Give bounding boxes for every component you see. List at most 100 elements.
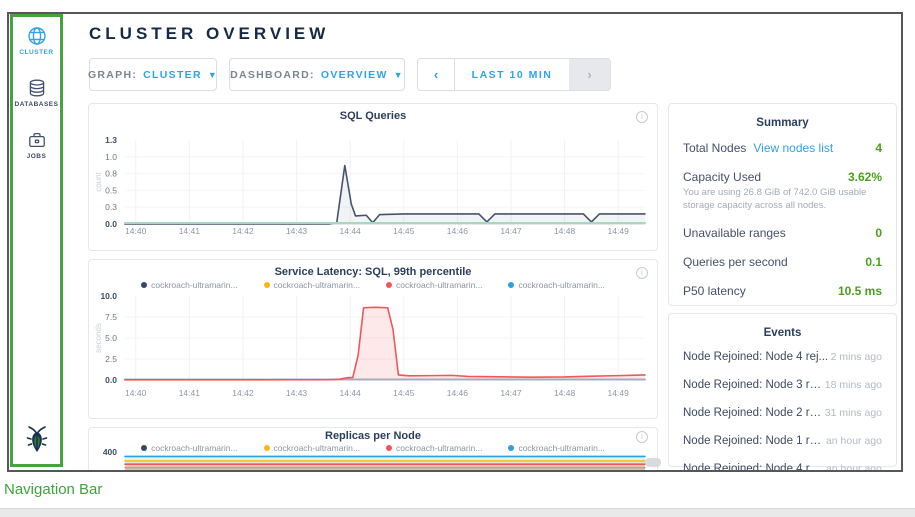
svg-text:14:43: 14:43 [286, 388, 308, 398]
svg-text:5.0: 5.0 [105, 333, 117, 343]
summary-value: 4 [875, 141, 882, 155]
database-icon [27, 78, 47, 98]
service-latency-chart-card: Service Latency: SQL, 99th percentile i … [88, 259, 658, 419]
svg-text:14:49: 14:49 [608, 226, 630, 236]
svg-text:14:49: 14:49 [608, 388, 630, 398]
event-text: Node Rejoined: Node 4 rej... [683, 351, 828, 363]
svg-text:count: count [94, 171, 103, 191]
svg-text:14:44: 14:44 [340, 226, 362, 236]
svg-text:14:46: 14:46 [447, 226, 469, 236]
events-list: Node Rejoined: Node 4 rej...2 mins agoNo… [669, 351, 896, 472]
event-row[interactable]: Node Rejoined: Node 3 rej...18 mins ago [669, 379, 896, 391]
event-text: Node Rejoined: Node 3 rej... [683, 379, 825, 391]
sidebar-item-label: DATABASES [10, 101, 63, 108]
summary-title: Summary [669, 117, 896, 129]
svg-text:1.0: 1.0 [105, 152, 117, 162]
sidebar-item-databases[interactable]: DATABASES [10, 78, 63, 108]
graph-dropdown-label: GRAPH: [88, 69, 137, 81]
svg-text:14:41: 14:41 [179, 226, 201, 236]
svg-text:14:44: 14:44 [340, 388, 362, 398]
dashboard-dropdown-value: OVERVIEW [321, 69, 388, 81]
sidebar-item-cluster[interactable]: CLUSTER [10, 26, 63, 56]
summary-label: Queries per second [683, 255, 788, 269]
summary-value: 0.1 [865, 255, 882, 269]
cockroach-icon [24, 424, 50, 454]
summary-value: 3.62% [848, 170, 882, 184]
bottom-strip [0, 508, 915, 517]
svg-text:0.3: 0.3 [105, 202, 117, 212]
cockroachdb-logo[interactable] [10, 424, 63, 459]
chevron-down-icon: ▼ [394, 70, 404, 80]
svg-text:7.5: 7.5 [105, 312, 117, 322]
event-text: Node Rejoined: Node 4 rej... [683, 463, 826, 472]
graph-dropdown-value: CLUSTER [143, 69, 202, 81]
summary-value: 10.5 ms [838, 284, 882, 298]
sidebar-item-label: JOBS [10, 153, 63, 160]
event-text: Node Rejoined: Node 2 rej... [683, 407, 825, 419]
sidebar-item-label: CLUSTER [10, 49, 63, 56]
summary-value: 0 [875, 226, 882, 240]
event-row[interactable]: Node Rejoined: Node 1 rej...an hour ago [669, 435, 896, 447]
time-range-next-button: › [569, 59, 610, 90]
svg-text:0.5: 0.5 [105, 185, 117, 195]
svg-text:10.0: 10.0 [100, 291, 117, 301]
sql-queries-chart: 14:40 14:41 14:42 14:43 14:44 14:45 14:46 14:47… [89, 104, 657, 250]
time-range-label[interactable]: LAST 10 MIN [455, 59, 569, 90]
dashboard-dropdown[interactable]: DASHBOARD: OVERVIEW ▼ [229, 58, 405, 91]
svg-text:14:46: 14:46 [447, 388, 469, 398]
view-nodes-list-link[interactable]: View nodes list [753, 141, 833, 155]
svg-text:14:45: 14:45 [393, 226, 415, 236]
capacity-note: You are using 26.8 GiB of 742.0 GiB usab… [669, 186, 896, 213]
graph-dropdown[interactable]: GRAPH: CLUSTER ▼ [89, 58, 217, 91]
sidebar-item-jobs[interactable]: JOBS [10, 130, 63, 160]
svg-text:14:47: 14:47 [500, 388, 522, 398]
replicas-per-node-chart: 400 [89, 428, 657, 472]
replicas-per-node-chart-card: Replicas per Node i cockroach-ultramarin… [88, 427, 658, 472]
event-time: 2 mins ago [831, 351, 882, 363]
svg-text:14:42: 14:42 [232, 388, 254, 398]
summary-panel: Summary Total Nodes View nodes list 4 Ca… [668, 103, 897, 306]
svg-text:14:40: 14:40 [125, 226, 147, 236]
event-time: 18 mins ago [825, 379, 882, 391]
sql-queries-chart-card: SQL Queries i 14:4014:4114:4214:4314:441… [88, 103, 658, 251]
time-range-prev-button[interactable]: ‹ [418, 59, 455, 90]
navigation-bar: CLUSTER DATABASES JOBS [10, 14, 63, 467]
svg-text:14:45: 14:45 [393, 388, 415, 398]
svg-text:2.5: 2.5 [105, 354, 117, 364]
svg-text:14:47: 14:47 [500, 226, 522, 236]
event-row[interactable]: Node Rejoined: Node 2 rej...31 mins ago [669, 407, 896, 419]
event-row[interactable]: Node Rejoined: Node 4 rej...an hour ago [669, 463, 896, 472]
globe-icon [27, 26, 47, 46]
event-time: an hour ago [826, 463, 882, 472]
summary-row-qps: Queries per second 0.1 [669, 255, 896, 269]
annotation-label: Navigation Bar [4, 481, 102, 498]
events-panel: Events Node Rejoined: Node 4 rej...2 min… [668, 313, 897, 467]
svg-text:1.3: 1.3 [105, 135, 117, 145]
scrollbar-thumb[interactable] [645, 458, 661, 467]
svg-text:14:48: 14:48 [554, 226, 576, 236]
summary-label: Capacity Used [683, 170, 761, 184]
svg-text:14:40: 14:40 [125, 388, 147, 398]
svg-text:0.8: 0.8 [105, 169, 117, 179]
event-row[interactable]: Node Rejoined: Node 4 rej...2 mins ago [669, 351, 896, 363]
page-title: CLUSTER OVERVIEW [89, 24, 329, 44]
svg-text:400: 400 [103, 447, 117, 457]
admin-ui-window: CLUSTER DATABASES JOBS [7, 12, 903, 472]
svg-text:14:48: 14:48 [554, 388, 576, 398]
svg-text:0.0: 0.0 [105, 219, 117, 229]
svg-text:14:42: 14:42 [232, 226, 254, 236]
time-range-selector: ‹ LAST 10 MIN › [417, 58, 611, 91]
svg-text:14:43: 14:43 [286, 226, 308, 236]
summary-label: Unavailable ranges [683, 226, 786, 240]
svg-text:14:41: 14:41 [179, 388, 201, 398]
summary-row-p50: P50 latency 10.5 ms [669, 284, 896, 298]
svg-text:0.0: 0.0 [105, 375, 117, 385]
event-time: an hour ago [826, 435, 882, 447]
briefcase-icon [27, 130, 47, 150]
dashboard-dropdown-label: DASHBOARD: [230, 69, 315, 81]
events-title: Events [669, 327, 896, 339]
summary-label: P50 latency [683, 284, 746, 298]
service-latency-chart: 14:40 14:41 14:42 14:43 14:44 14:45 14:46 14:47… [89, 260, 657, 418]
event-text: Node Rejoined: Node 1 rej... [683, 435, 826, 447]
summary-row-unavailable-ranges: Unavailable ranges 0 [669, 226, 896, 240]
